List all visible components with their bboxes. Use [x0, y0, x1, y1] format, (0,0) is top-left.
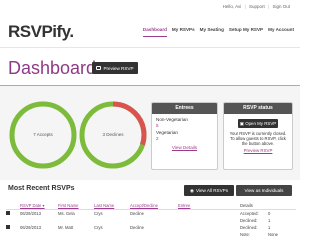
first-name: Mr. Matt: [58, 225, 74, 230]
status-text: the button above.: [241, 141, 275, 146]
rsvp-status-title: RSVP status: [224, 103, 292, 114]
print-icon[interactable]: [6, 211, 20, 216]
accept-decline: Decline: [130, 225, 144, 230]
logo[interactable]: RSVPify.: [8, 22, 74, 42]
details: Note: None: [240, 232, 279, 237]
view-all-rsvps-label: View All RSVPs: [195, 188, 229, 193]
preview-rsvp-link[interactable]: Preview RSVP: [244, 148, 273, 153]
entree-count: 2: [156, 136, 159, 141]
first-name: Ms. Gela: [58, 211, 75, 216]
rsvp-date: 06/29/2013: [20, 211, 41, 216]
last-name: Crys: [94, 211, 103, 216]
preview-rsvp-label: Preview RSVP: [103, 65, 134, 71]
entree-count: 5: [156, 123, 159, 128]
recent-rsvps-table: RSVP Date ▾ First Name Last Name Accept/…: [6, 202, 296, 238]
details: Accepted: 0: [240, 211, 271, 216]
open-rsvp-label: Open My RSVP: [245, 121, 277, 126]
view-entree-details-link[interactable]: View Details: [172, 145, 197, 150]
last-name: Crys: [94, 225, 103, 230]
entrees-title: Entrees: [152, 103, 217, 114]
nav-setup-rsvp[interactable]: Setup My RSVP: [229, 27, 263, 37]
entree-name: Non-Vegetarian: [156, 117, 188, 122]
table-row[interactable]: Declined: 1: [6, 217, 296, 224]
header: RSVPify. Dashboard My RSVPs My Seating S…: [0, 12, 300, 48]
sign-out-link[interactable]: Sign Out: [272, 4, 290, 9]
preview-rsvp-button[interactable]: Preview RSVP: [92, 62, 138, 74]
support-link[interactable]: Support: [249, 4, 265, 9]
col-entree[interactable]: Entree: [178, 203, 240, 208]
declines-count: 3 Declines: [102, 132, 124, 137]
col-rsvp-date[interactable]: RSVP Date ▾: [20, 203, 58, 208]
nav-my-account[interactable]: My Account: [268, 27, 294, 37]
divider: |: [268, 4, 270, 9]
accepts-count: 7 Accepts: [33, 132, 53, 137]
col-details: Details: [240, 203, 253, 208]
divider: |: [244, 4, 246, 9]
view-as-individuals-button[interactable]: View as Individuals: [236, 185, 292, 196]
eye-icon: ◉: [189, 187, 194, 193]
greeting: Hello, Avi: [222, 4, 242, 9]
col-accept-decline[interactable]: Accept/Decline: [130, 203, 178, 208]
table-row[interactable]: 06/29/2013 Mr. Matt Crys Decline Decline…: [6, 224, 296, 231]
details: Declined: 1: [240, 225, 271, 230]
nav-dashboard[interactable]: Dashboard: [142, 27, 167, 37]
rsvp-status-card: RSVP status ▣ Open My RSVP Your RSVP is …: [223, 102, 293, 170]
open-rsvp-button[interactable]: ▣ Open My RSVP: [238, 119, 278, 128]
col-last-name[interactable]: Last Name: [94, 203, 130, 208]
table-row: Note: None: [6, 231, 296, 238]
entree-name: Vegetarian: [156, 130, 178, 135]
account-links: Hello, Avi | Support | Sign Out: [221, 4, 290, 9]
nav-my-rsvps[interactable]: My RSVPs: [172, 27, 195, 37]
print-icon[interactable]: [6, 225, 20, 230]
nav-my-seating[interactable]: My Seating: [200, 27, 224, 37]
main-nav: Dashboard My RSVPs My Seating Setup My R…: [142, 27, 294, 37]
rsvp-date: 06/29/2013: [20, 225, 41, 230]
lock-icon: ▣: [239, 121, 244, 126]
accept-decline: Decline: [130, 211, 144, 216]
recent-rsvps-title: Most Recent RSVPs: [8, 185, 75, 192]
page-title: Dashboard: [8, 58, 97, 78]
view-all-rsvps-button[interactable]: ◉ View All RSVPs: [184, 185, 234, 196]
entrees-card: Entrees Non-Vegetarian 5 Vegetarian 2 Vi…: [151, 102, 218, 170]
table-row[interactable]: 06/29/2013 Ms. Gela Crys Decline Accepte…: [6, 210, 296, 217]
table-header: RSVP Date ▾ First Name Last Name Accept/…: [6, 202, 296, 210]
details: Declined: 1: [240, 218, 271, 223]
monitor-icon: [96, 66, 102, 70]
col-first-name[interactable]: First Name: [58, 203, 94, 208]
